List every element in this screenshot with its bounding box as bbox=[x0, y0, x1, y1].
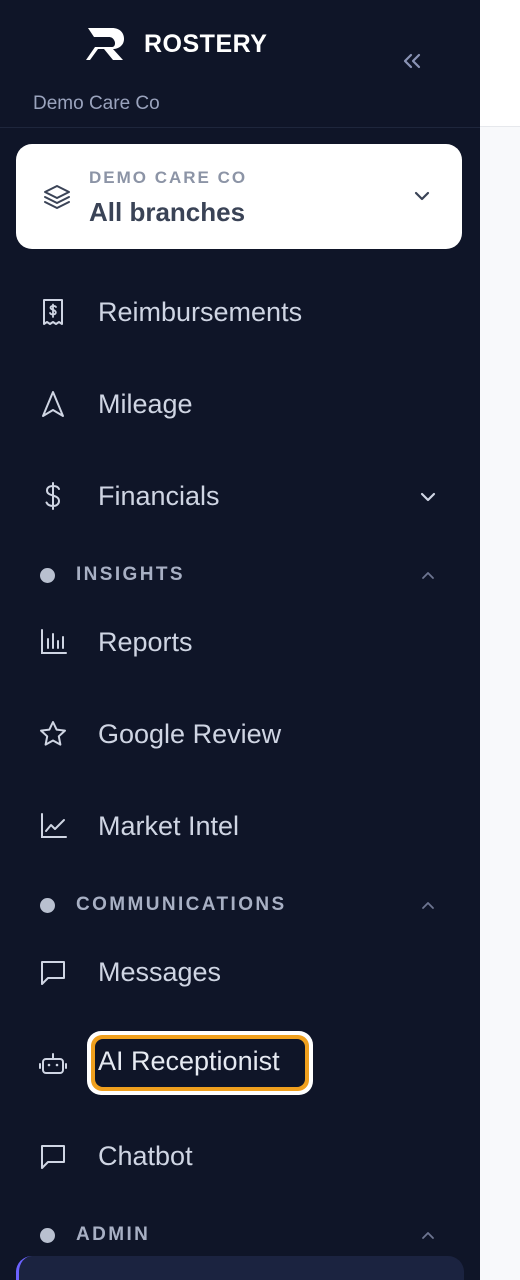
message-square-icon bbox=[32, 956, 82, 988]
main-header-edge bbox=[480, 0, 520, 127]
nav-item-active-partial[interactable] bbox=[16, 1256, 464, 1280]
receipt-dollar-icon bbox=[32, 296, 82, 328]
layers-icon bbox=[44, 185, 70, 209]
star-icon bbox=[32, 718, 82, 750]
rostery-logo-icon bbox=[86, 28, 124, 60]
nav-item-financials[interactable]: Financials bbox=[32, 468, 452, 524]
chevron-down-icon bbox=[414, 191, 430, 201]
branch-current: All branches bbox=[89, 197, 246, 227]
nav-item-messages[interactable]: Messages bbox=[32, 944, 452, 1000]
bot-icon bbox=[32, 1048, 82, 1080]
section-label: INSIGHTS bbox=[76, 564, 185, 585]
nav-label: Mileage bbox=[98, 388, 193, 419]
chevron-up-icon bbox=[422, 902, 434, 909]
bar-chart-icon bbox=[32, 626, 82, 658]
message-square-icon bbox=[32, 1140, 82, 1172]
line-chart-icon bbox=[32, 810, 82, 842]
branch-org-label: DEMO CARE CO bbox=[89, 168, 248, 187]
section-dot bbox=[40, 1227, 55, 1243]
nav-label: Financials bbox=[98, 480, 220, 511]
nav-item-reports[interactable]: Reports bbox=[32, 614, 452, 670]
chevrons-left-icon bbox=[403, 53, 421, 69]
section-label: ADMIN bbox=[76, 1224, 151, 1245]
header-divider bbox=[0, 127, 480, 128]
navigation-arrow-icon bbox=[32, 388, 82, 420]
nav-item-reimbursements[interactable]: Reimbursements bbox=[32, 284, 452, 340]
chevron-up-icon bbox=[422, 572, 434, 579]
section-dot bbox=[40, 897, 55, 913]
nav-label: Reimbursements bbox=[98, 296, 303, 327]
section-admin[interactable]: ADMIN bbox=[40, 1220, 440, 1250]
main-content-edge bbox=[480, 0, 520, 1280]
org-subtitle: Demo Care Co bbox=[33, 93, 160, 114]
section-insights[interactable]: INSIGHTS bbox=[40, 560, 440, 590]
nav-label: Reports bbox=[98, 626, 193, 657]
dollar-icon bbox=[32, 480, 82, 512]
nav-item-market-intel[interactable]: Market Intel bbox=[32, 798, 452, 854]
chevron-down-icon bbox=[420, 492, 436, 502]
collapse-sidebar-button[interactable] bbox=[398, 50, 426, 76]
nav-item-chatbot[interactable]: Chatbot bbox=[32, 1128, 452, 1184]
branch-selector[interactable]: DEMO CARE CO All branches bbox=[16, 144, 462, 249]
chevron-up-icon bbox=[422, 1232, 434, 1239]
sidebar: ROSTERY Demo Care Co DEMO CARE CO All br… bbox=[0, 0, 480, 1280]
nav-item-mileage[interactable]: Mileage bbox=[32, 376, 452, 432]
section-communications[interactable]: COMMUNICATIONS bbox=[40, 890, 440, 920]
nav-label: Chatbot bbox=[98, 1140, 193, 1171]
nav-label: Market Intel bbox=[98, 810, 240, 841]
section-label: COMMUNICATIONS bbox=[76, 894, 287, 915]
brand-name: ROSTERY bbox=[144, 29, 268, 58]
nav-label: Messages bbox=[98, 956, 222, 987]
nav-item-google-review[interactable]: Google Review bbox=[32, 706, 452, 762]
nav-label-ai-receptionist[interactable]: AI Receptionist bbox=[98, 1046, 280, 1077]
nav-label: Google Review bbox=[98, 718, 282, 749]
brand[interactable]: ROSTERY bbox=[86, 26, 267, 62]
section-dot bbox=[40, 567, 55, 583]
